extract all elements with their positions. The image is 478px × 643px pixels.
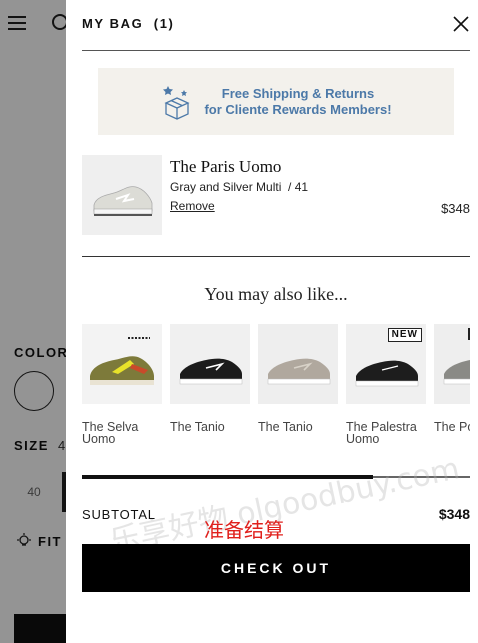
- recommendation-name[interactable]: The Po Uomo: [434, 421, 470, 434]
- promo-banner: Free Shipping & Returns for Cliente Rewa…: [98, 68, 454, 135]
- recommendation-image[interactable]: [82, 324, 162, 404]
- recommendation-name[interactable]: The Tanio: [258, 421, 338, 434]
- cart-item: The Paris Uomo Gray and Silver Multi / 4…: [82, 155, 470, 237]
- recommendation-card[interactable]: The Selva Uomo: [82, 324, 162, 445]
- promo-text: Free Shipping & Returns for Cliente Rewa…: [204, 86, 391, 118]
- recommendation-card[interactable]: The Tanio: [258, 324, 338, 433]
- cart-item-name[interactable]: The Paris Uomo: [170, 157, 281, 177]
- sneaker-image: [434, 324, 470, 404]
- section-divider: [82, 256, 470, 257]
- sneaker-image: [82, 324, 162, 404]
- remove-link[interactable]: Remove: [170, 199, 215, 213]
- recommendation-card[interactable]: NEW The Palestra Uomo: [346, 324, 426, 445]
- recommendation-card[interactable]: The Po Uomo: [434, 324, 470, 433]
- drawer-header: MY BAG (1): [82, 0, 470, 51]
- recommendation-name[interactable]: The Selva Uomo: [82, 421, 162, 446]
- cart-item-price: $348: [441, 201, 470, 216]
- recommendation-image[interactable]: NEW: [346, 324, 426, 404]
- recommendation-card[interactable]: The Tanio: [170, 324, 250, 433]
- promo-line-1: Free Shipping & Returns: [221, 85, 375, 101]
- recommendation-image[interactable]: [170, 324, 250, 404]
- bag-title: MY BAG (1): [82, 16, 175, 31]
- watermark: 乐享好物 olgoodbuy.com: [106, 451, 463, 560]
- box-stars-icon: [163, 85, 191, 120]
- recommendation-name[interactable]: The Tanio: [170, 421, 250, 434]
- subtotal-value: $348: [438, 506, 470, 522]
- sneaker-image: [258, 324, 338, 404]
- recommendation-name[interactable]: The Palestra Uomo: [346, 421, 426, 446]
- recommendations-title: You may also like...: [204, 284, 348, 304]
- new-badge: NEW: [387, 328, 422, 342]
- sneaker-image: [170, 324, 250, 404]
- cart-item-variant: Gray and Silver Multi / 41: [170, 180, 309, 194]
- carousel-scrollbar[interactable]: [82, 475, 470, 479]
- promo-line-2: for Cliente Rewards Members!: [204, 101, 392, 117]
- cart-drawer: MY BAG (1) Free Shipping & Returns for C…: [66, 0, 478, 643]
- cart-item-image[interactable]: [82, 155, 162, 235]
- recommendation-image[interactable]: [258, 324, 338, 404]
- carousel-scrollbar-thumb[interactable]: [82, 475, 373, 479]
- subtotal-label: SUBTOTAL: [82, 507, 156, 522]
- close-icon[interactable]: [452, 15, 470, 33]
- sneaker-image: [82, 155, 162, 235]
- recommendation-image[interactable]: [434, 324, 470, 404]
- recommendations-carousel[interactable]: The Selva Uomo The Tanio The Tanio NEW T…: [82, 324, 470, 454]
- checkout-button[interactable]: CHECK OUT: [82, 544, 470, 592]
- annotation-text: 准备结算: [204, 518, 284, 542]
